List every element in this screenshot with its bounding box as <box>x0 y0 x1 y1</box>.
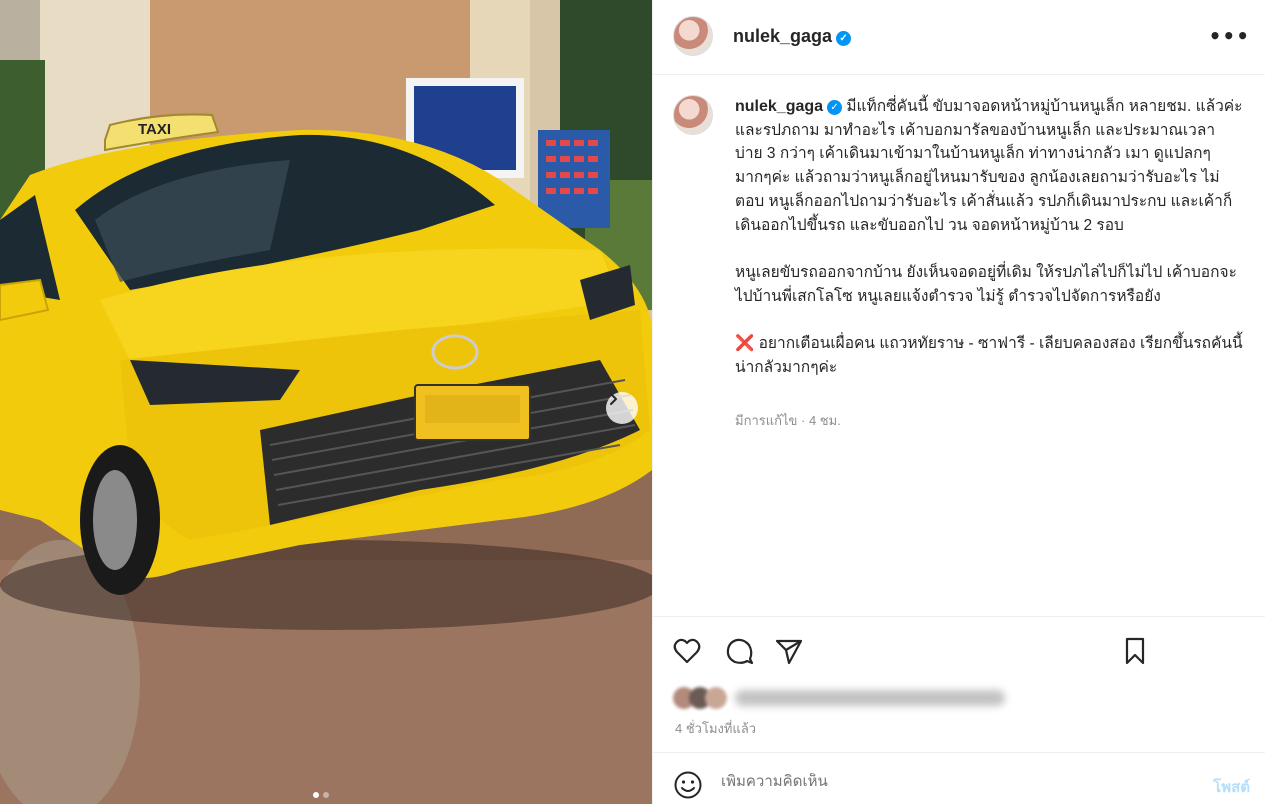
comment-icon[interactable] <box>723 635 755 667</box>
post-time[interactable]: 4 ชั่วโมงที่แล้ว <box>675 718 756 739</box>
next-slide-button[interactable] <box>606 392 638 424</box>
emoji-icon[interactable] <box>673 770 703 800</box>
chevron-right-icon <box>610 393 617 405</box>
comment-input[interactable] <box>721 773 1181 790</box>
edited-timestamp: มีการแก้ไข · 4 ชม. <box>735 413 841 428</box>
carousel-dot <box>323 792 329 798</box>
liked-by-row[interactable] <box>673 684 1005 712</box>
header-username[interactable]: nulek_gaga ✓ <box>733 26 852 47</box>
action-bar <box>653 616 1265 671</box>
caption-avatar[interactable] <box>673 95 713 135</box>
caption-paragraph-3: อยากเตือนเผื่อคน แถวหทัยราษ - ซาฟารี - เ… <box>735 335 1243 376</box>
taxi-sign-text: TAXI <box>138 121 171 138</box>
carousel-indicator <box>313 792 329 798</box>
more-icon[interactable]: ••• <box>1209 26 1250 46</box>
post-panel: nulek_gaga ✓ ••• nulek_gaga ✓ มีแท็กซี่คัน… <box>652 0 1265 804</box>
avatar[interactable] <box>673 16 713 56</box>
caption-area: nulek_gaga ✓ มีแท็กซี่คันนี้ ขับมาจอดหน้า… <box>653 75 1265 616</box>
cross-mark-icon: ❌ <box>735 335 755 352</box>
caption-paragraph-2: หนูเลยขับรถออกจากบ้าน ยังเห็นจอดอยู่ที่เ… <box>735 263 1237 305</box>
share-icon[interactable] <box>773 635 805 667</box>
verified-icon: ✓ <box>836 31 852 46</box>
post-media[interactable]: TAXI <box>0 0 652 804</box>
post-caption: nulek_gaga ✓ มีแท็กซี่คันนี้ ขับมาจอดหน้า… <box>735 95 1245 379</box>
post-comment-button[interactable]: โพสต์ <box>1213 775 1250 799</box>
liked-by-text-blurred <box>735 690 1005 706</box>
post-header: nulek_gaga ✓ ••• <box>653 0 1265 75</box>
comment-bar: โพสต์ <box>653 752 1265 804</box>
save-icon[interactable] <box>1119 635 1151 667</box>
carousel-dot-active <box>313 792 319 798</box>
verified-icon: ✓ <box>827 100 843 115</box>
username-text[interactable]: nulek_gaga <box>733 26 832 46</box>
caption-username[interactable]: nulek_gaga <box>735 98 823 115</box>
caption-paragraph-1: มีแท็กซี่คันนี้ ขับมาจอดหน้าหมู่บ้านหนูเ… <box>735 98 1243 234</box>
liker-avatars <box>673 687 727 709</box>
heart-icon[interactable] <box>671 635 703 667</box>
taxi-photo: TAXI <box>0 0 652 804</box>
